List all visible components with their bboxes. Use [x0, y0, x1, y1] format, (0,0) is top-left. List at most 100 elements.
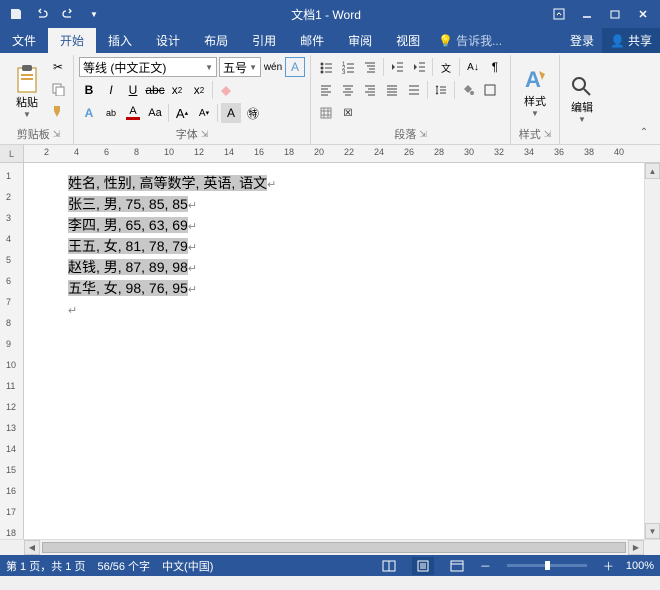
font-launcher[interactable]: ⇲	[201, 129, 209, 140]
tab-view[interactable]: 视图	[384, 28, 432, 53]
vertical-scrollbar[interactable]: ▲ ▼	[644, 163, 660, 539]
borders-button[interactable]	[480, 80, 500, 100]
justify-button[interactable]	[382, 80, 402, 100]
text-direction-button[interactable]: 文	[436, 57, 456, 77]
align-center-button[interactable]	[338, 80, 358, 100]
text-effects-button[interactable]: A	[79, 103, 99, 123]
font-name-combo[interactable]: 等线 (中文正文)▼	[79, 57, 217, 77]
horizontal-ruler[interactable]: 246810121416182022242628303234363840	[24, 145, 660, 162]
distributed-button[interactable]	[404, 80, 424, 100]
format-painter-button[interactable]	[48, 101, 68, 121]
numbering-button[interactable]: 123	[338, 57, 358, 77]
scroll-right-button[interactable]: ▶	[628, 540, 644, 555]
ribbon-options-button[interactable]	[546, 2, 572, 26]
clear-formatting-button[interactable]	[216, 80, 236, 100]
scroll-up-button[interactable]: ▲	[645, 163, 660, 179]
font-size-combo[interactable]: 五号▼	[219, 57, 261, 77]
font-color-button[interactable]: A	[123, 103, 143, 123]
subscript-button[interactable]: x2	[167, 80, 187, 100]
cut-button[interactable]: ✂	[48, 57, 68, 77]
document-line[interactable]: 五华, 女, 98, 76, 95↵	[68, 278, 644, 299]
strikethrough-button[interactable]: abc	[145, 80, 165, 100]
show-marks-button[interactable]: ¶	[485, 57, 505, 77]
document-line[interactable]: ↵	[68, 299, 644, 320]
highlight-button[interactable]: ab	[101, 103, 121, 123]
decrease-indent-button[interactable]	[387, 57, 407, 77]
document-line[interactable]: 李四, 男, 65, 63, 69↵	[68, 215, 644, 236]
minimize-button[interactable]	[574, 2, 600, 26]
undo-button[interactable]	[30, 2, 54, 26]
tab-review[interactable]: 审阅	[336, 28, 384, 53]
char-shading-button[interactable]: A	[221, 103, 241, 123]
multilevel-list-button[interactable]	[360, 57, 380, 77]
tab-selector[interactable]: L	[0, 145, 24, 162]
styles-button[interactable]: A 样式 ▼	[516, 57, 554, 125]
italic-button[interactable]: I	[101, 80, 121, 100]
tab-references[interactable]: 引用	[240, 28, 288, 53]
qat-customize-button[interactable]: ▼	[82, 2, 106, 26]
shrink-font-button[interactable]: A▾	[194, 103, 214, 123]
document-line[interactable]: 赵钱, 男, 87, 89, 98↵	[68, 257, 644, 278]
change-case-button[interactable]: Aa	[145, 103, 165, 123]
read-mode-button[interactable]	[378, 557, 400, 575]
status-language[interactable]: 中文(中国)	[162, 558, 213, 574]
zoom-thumb[interactable]	[545, 561, 550, 570]
document-line[interactable]: 张三, 男, 75, 85, 85↵	[68, 194, 644, 215]
increase-indent-button[interactable]	[409, 57, 429, 77]
paste-button[interactable]: 粘贴 ▼	[9, 57, 45, 125]
paragraph-launcher[interactable]: ⇲	[419, 129, 427, 140]
align-right-button[interactable]	[360, 80, 380, 100]
editing-button[interactable]: 编辑 ▼	[565, 57, 599, 141]
save-button[interactable]	[4, 2, 28, 26]
document-page[interactable]: 姓名, 性别, 高等数学, 英语, 语文↵张三, 男, 75, 85, 85↵李…	[24, 163, 644, 539]
ruler-tick: 15	[6, 465, 16, 475]
underline-button[interactable]: U	[123, 80, 143, 100]
document-line[interactable]: 王五, 女, 81, 78, 79↵	[68, 236, 644, 257]
shading-button[interactable]	[458, 80, 478, 100]
restore-button[interactable]	[602, 2, 628, 26]
tab-layout[interactable]: 布局	[192, 28, 240, 53]
clipboard-launcher[interactable]: ⇲	[53, 129, 61, 140]
status-page[interactable]: 第 1 页，共 1 页	[6, 558, 85, 574]
styles-launcher[interactable]: ⇲	[544, 129, 552, 140]
tab-mailings[interactable]: 邮件	[288, 28, 336, 53]
grow-font-button[interactable]: A▴	[172, 103, 192, 123]
tab-home[interactable]: 开始	[48, 28, 96, 53]
copy-button[interactable]	[48, 79, 68, 99]
redo-button[interactable]	[56, 2, 80, 26]
tab-design[interactable]: 设计	[144, 28, 192, 53]
snap-grid-button[interactable]	[316, 103, 336, 123]
print-layout-button[interactable]	[412, 557, 434, 575]
phonetic-guide-button[interactable]: wén	[263, 57, 283, 77]
zoom-level[interactable]: 100%	[626, 560, 654, 572]
sort-button[interactable]: A↓	[463, 57, 483, 77]
tell-me[interactable]: 💡告诉我...	[432, 28, 508, 53]
char-border-button[interactable]: A	[285, 57, 305, 77]
ruler-tick: 7	[6, 297, 11, 307]
signin-button[interactable]: 登录	[562, 28, 602, 53]
enclose-char-button[interactable]: ㊕	[243, 103, 263, 123]
share-button[interactable]: 👤共享	[602, 28, 660, 53]
zoom-in-button[interactable]: ＋	[603, 558, 614, 574]
web-layout-button[interactable]	[446, 557, 468, 575]
tab-insert[interactable]: 插入	[96, 28, 144, 53]
status-words[interactable]: 56/56 个字	[97, 558, 150, 574]
hscroll-thumb[interactable]	[42, 542, 626, 553]
scroll-down-button[interactable]: ▼	[645, 523, 660, 539]
align-left-button[interactable]	[316, 80, 336, 100]
horizontal-scrollbar[interactable]: ◀ ▶	[24, 540, 644, 555]
char-scaling-button[interactable]: ☒	[338, 103, 358, 123]
bulb-icon: 💡	[438, 34, 453, 48]
superscript-button[interactable]: x2	[189, 80, 209, 100]
collapse-ribbon-button[interactable]: ⌃	[634, 122, 654, 142]
line-spacing-button[interactable]	[431, 80, 451, 100]
zoom-out-button[interactable]: －	[480, 558, 491, 574]
tab-file[interactable]: 文件	[0, 28, 48, 53]
scroll-left-button[interactable]: ◀	[24, 540, 40, 555]
bold-button[interactable]: B	[79, 80, 99, 100]
zoom-slider[interactable]	[507, 564, 587, 567]
close-button[interactable]	[630, 2, 656, 26]
vertical-ruler[interactable]: 123456789101112131415161718	[0, 163, 24, 539]
document-line[interactable]: 姓名, 性别, 高等数学, 英语, 语文↵	[68, 173, 644, 194]
bullets-button[interactable]	[316, 57, 336, 77]
